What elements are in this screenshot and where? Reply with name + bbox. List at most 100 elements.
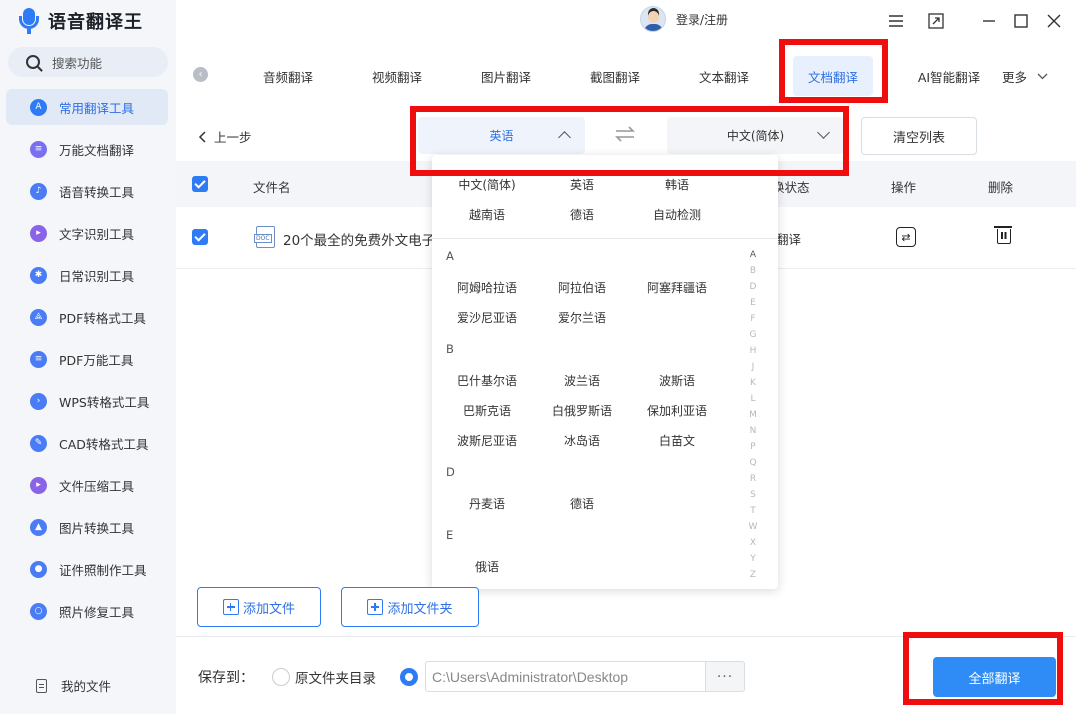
language-option[interactable]: 中文(简体) xyxy=(437,176,537,193)
tab-audio-translate[interactable]: 音频翻译 xyxy=(248,56,328,96)
file-name: 20个最全的免费外文电子 xyxy=(283,233,436,249)
tab-ai-translate[interactable]: AI智能翻译 xyxy=(909,56,989,96)
sidebar-item-12[interactable]: ● 证件照制作工具 xyxy=(6,551,168,587)
alphabet-index-letter[interactable]: Q xyxy=(748,458,758,468)
translate-all-button[interactable]: 全部翻译 xyxy=(933,657,1056,697)
language-option[interactable]: 阿姆哈拉语 xyxy=(437,279,537,296)
tab-more[interactable]: 更多 xyxy=(995,56,1055,96)
target-language-value: 中文(简体) xyxy=(726,129,785,143)
select-all-checkbox[interactable] xyxy=(192,176,208,192)
browse-path-button[interactable]: ··· xyxy=(705,661,745,692)
language-option[interactable]: 德语 xyxy=(532,206,632,223)
trash-icon[interactable] xyxy=(994,226,1012,244)
login-button[interactable]: 登录/注册 xyxy=(640,6,728,32)
mini-mode-icon[interactable] xyxy=(927,12,945,30)
row-checkbox[interactable] xyxy=(192,229,208,245)
sidebar-item-8[interactable]: › WPS转格式工具 xyxy=(6,383,168,419)
language-option[interactable]: 英语 xyxy=(532,176,632,193)
language-option[interactable]: 波斯尼亚语 xyxy=(437,432,537,449)
target-language-select[interactable]: 中文(简体) xyxy=(667,117,844,154)
language-option[interactable]: 保加利亚语 xyxy=(627,402,727,419)
original-dir-radio[interactable] xyxy=(272,668,290,686)
tab-video-translate[interactable]: 视频翻译 xyxy=(357,56,437,96)
alphabet-index-letter[interactable]: S xyxy=(748,490,758,500)
language-option[interactable]: 白苗文 xyxy=(627,432,727,449)
alphabet-index-letter[interactable]: Y xyxy=(748,554,758,564)
alphabet-index-letter[interactable]: J xyxy=(748,362,758,372)
language-option[interactable]: 巴什基尔语 xyxy=(437,372,537,389)
swap-languages-icon[interactable] xyxy=(614,126,636,147)
alphabet-index-letter[interactable]: L xyxy=(748,394,758,404)
language-option[interactable]: 巴斯克语 xyxy=(437,402,537,419)
tab-text-translate[interactable]: 文本翻译 xyxy=(684,56,764,96)
alphabet-index-letter[interactable]: M xyxy=(748,410,758,420)
close-icon[interactable] xyxy=(1045,12,1063,30)
language-option[interactable]: 丹麦语 xyxy=(437,495,537,512)
alphabet-index-letter[interactable]: F xyxy=(748,314,758,324)
language-option[interactable]: 阿拉伯语 xyxy=(532,279,632,296)
alphabet-index-letter[interactable]: A xyxy=(748,250,758,260)
doc-file-icon: DOC xyxy=(254,226,275,248)
alphabet-index-letter[interactable]: P xyxy=(748,442,758,452)
menu-icon[interactable] xyxy=(887,12,905,30)
language-option[interactable]: 越南语 xyxy=(437,206,537,223)
sidebar-item-7[interactable]: ≡ PDF万能工具 xyxy=(6,341,168,377)
my-files-button[interactable]: 我的文件 xyxy=(36,676,111,695)
language-option[interactable]: 爱尔兰语 xyxy=(532,309,632,326)
clear-list-button[interactable]: 清空列表 xyxy=(861,117,977,155)
sidebar-item-1[interactable]: A 常用翻译工具 xyxy=(6,89,168,125)
alphabet-index-letter[interactable]: H xyxy=(748,346,758,356)
sidebar: 语音翻译王 搜索功能 A 常用翻译工具 ≡ 万能文档翻译 ♪ 语音转换工具 ▸ 文字识别工具 ✱… xyxy=(0,0,176,714)
add-folder-button[interactable]: 添加文件夹 xyxy=(341,587,479,627)
alphabet-index-letter[interactable]: G xyxy=(748,330,758,340)
language-option[interactable]: 德语 xyxy=(532,495,632,512)
alphabet-index-letter[interactable]: Z xyxy=(748,570,758,580)
alphabet-index-letter[interactable]: W xyxy=(748,522,758,532)
file-status: 翻译 xyxy=(776,232,802,247)
sidebar-item-10[interactable]: ▸ 文件压缩工具 xyxy=(6,467,168,503)
maximize-icon[interactable] xyxy=(1012,12,1030,30)
save-path-input[interactable]: C:\Users\Administrator\Desktop xyxy=(425,661,706,692)
language-option[interactable]: 爱沙尼亚语 xyxy=(437,309,537,326)
alphabet-index-letter[interactable]: N xyxy=(748,426,758,436)
sidebar-item-label: 文件压缩工具 xyxy=(59,478,135,494)
tab-document-translate[interactable]: 文档翻译 xyxy=(793,56,873,96)
source-language-select[interactable]: 英语 xyxy=(418,117,585,154)
alphabet-index-letter[interactable]: E xyxy=(748,298,758,308)
header-delete: 删除 xyxy=(988,180,1014,195)
sidebar-item-13[interactable]: ○ 照片修复工具 xyxy=(6,593,168,629)
login-label: 登录/注册 xyxy=(676,12,729,27)
custom-dir-radio[interactable] xyxy=(400,668,418,686)
sidebar-item-2[interactable]: ≡ 万能文档翻译 xyxy=(6,131,168,167)
tab-screenshot-translate[interactable]: 截图翻译 xyxy=(575,56,655,96)
sidebar-item-5[interactable]: ✱ 日常识别工具 xyxy=(6,257,168,293)
sidebar-item-4[interactable]: ▸ 文字识别工具 xyxy=(6,215,168,251)
sidebar-item-3[interactable]: ♪ 语音转换工具 xyxy=(6,173,168,209)
minimize-icon[interactable] xyxy=(980,12,998,30)
language-option[interactable]: 白俄罗斯语 xyxy=(532,402,632,419)
alphabet-index-letter[interactable]: T xyxy=(748,506,758,516)
language-option[interactable]: 波兰语 xyxy=(532,372,632,389)
language-option[interactable]: 冰岛语 xyxy=(532,432,632,449)
language-option[interactable]: 韩语 xyxy=(627,176,727,193)
prev-step-button[interactable]: 上一步 xyxy=(198,127,252,146)
alphabet-index-letter[interactable]: X xyxy=(748,538,758,548)
language-option[interactable]: 波斯语 xyxy=(627,372,727,389)
convert-action-icon[interactable]: ⇄ xyxy=(896,227,916,247)
language-option[interactable]: 俄语 xyxy=(437,558,537,575)
sidebar-item-9[interactable]: ✎ CAD转格式工具 xyxy=(6,425,168,461)
sidebar-item-label: PDF转格式工具 xyxy=(59,310,146,326)
alphabet-index-letter[interactable]: D xyxy=(748,282,758,292)
alphabet-index-letter[interactable]: B xyxy=(748,266,758,276)
language-option[interactable]: 阿塞拜疆语 xyxy=(627,279,727,296)
tab-image-translate[interactable]: 图片翻译 xyxy=(466,56,546,96)
sidebar-item-11[interactable]: ▲ 图片转换工具 xyxy=(6,509,168,545)
sidebar-nav: A 常用翻译工具 ≡ 万能文档翻译 ♪ 语音转换工具 ▸ 文字识别工具 ✱ 日常识别工具 ⟁ PDF转… xyxy=(6,89,168,635)
tabs-scroll-left-icon[interactable]: ‹ xyxy=(193,67,208,82)
alphabet-index-letter[interactable]: K xyxy=(748,378,758,388)
alphabet-index-letter[interactable]: R xyxy=(748,474,758,484)
language-option[interactable]: 自动检测 xyxy=(627,206,727,223)
search-function-input[interactable]: 搜索功能 xyxy=(8,47,168,77)
sidebar-item-6[interactable]: ⟁ PDF转格式工具 xyxy=(6,299,168,335)
add-file-button[interactable]: 添加文件 xyxy=(197,587,321,627)
